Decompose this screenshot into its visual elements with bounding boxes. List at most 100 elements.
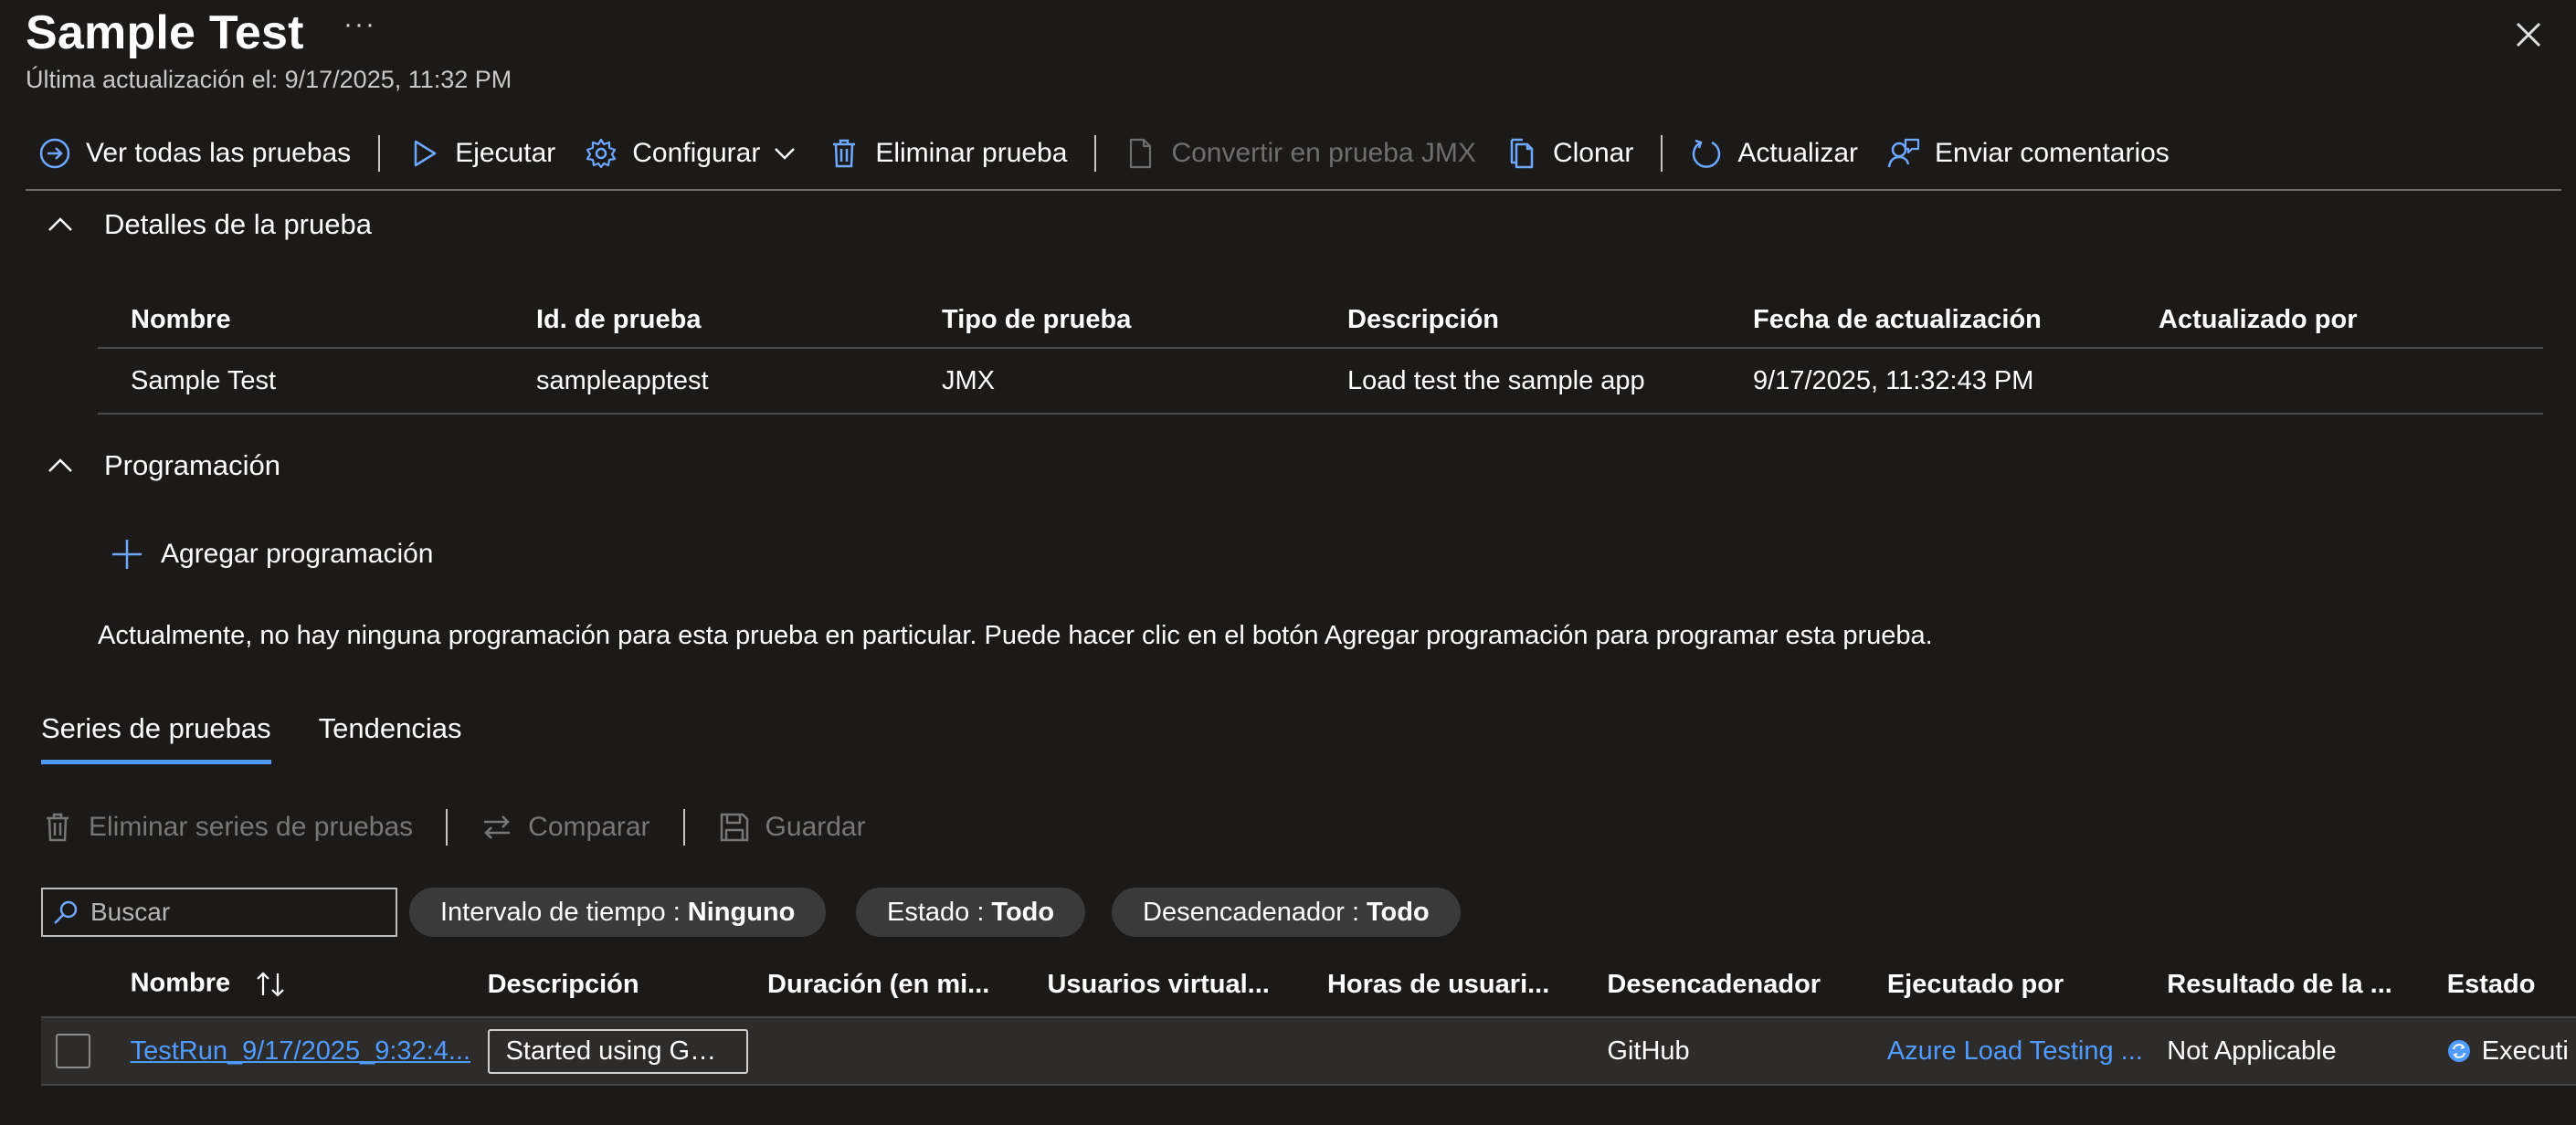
details-col-test-type: Tipo de prueba <box>942 304 1132 334</box>
feedback-person-icon <box>1887 138 1920 168</box>
send-feedback-button[interactable]: Enviar comentarios <box>1873 126 2184 181</box>
run-description-box[interactable]: Started using GH ... <box>487 1028 748 1074</box>
details-col-updated-by: Actualizado por <box>2159 304 2358 334</box>
tab-list: Series de pruebas Tendencias <box>41 712 509 764</box>
run-button[interactable]: Ejecutar <box>393 126 570 181</box>
details-section-title: Detalles de la prueba <box>104 208 372 240</box>
configure-dropdown[interactable]: Configurar <box>570 126 813 181</box>
column-header-executed-by[interactable]: Ejecutado por <box>1871 970 2150 1000</box>
search-input[interactable] <box>89 897 385 928</box>
convert-jmx-label: Convertir en prueba JMX <box>1171 138 1476 168</box>
trigger-filter[interactable]: Desencadenador : Todo <box>1112 888 1461 937</box>
status-badge: Executi <box>2447 1036 2576 1067</box>
save-label: Guardar <box>765 812 866 842</box>
add-schedule-label: Agregar programación <box>161 539 434 569</box>
status-text: Executi <box>2481 1036 2569 1066</box>
run-result-cell: Not Applicable <box>2167 1036 2337 1066</box>
command-bar: Ver todas las pruebas Ejecutar Configura… <box>26 126 2184 181</box>
chevron-down-icon <box>775 148 796 160</box>
details-row: Sample Test sampleapptest JMX Load test … <box>98 349 2543 415</box>
delete-runs-button[interactable]: Eliminar series de pruebas <box>41 811 431 844</box>
toolbar-divider <box>1661 135 1663 172</box>
page-title: Sample Test <box>26 6 304 59</box>
toolbar-divider <box>446 809 449 846</box>
details-name-value: Sample Test <box>131 365 277 395</box>
table-row[interactable]: TestRun_9/17/2025_9:32:4... Started usin… <box>41 1016 2576 1086</box>
column-header-name[interactable]: Nombre <box>114 968 471 1001</box>
copy-icon <box>1510 138 1534 169</box>
runs-command-bar: Eliminar series de pruebas Comparar Guar… <box>41 800 884 855</box>
refresh-icon <box>1693 139 1721 168</box>
column-header-trigger[interactable]: Desencadenador <box>1590 970 1870 1000</box>
details-col-test-id: Id. de prueba <box>536 304 702 334</box>
refresh-label: Actualizar <box>1737 138 1859 168</box>
status-filter-value: Todo <box>991 897 1055 927</box>
compare-button[interactable]: Comparar <box>480 811 668 844</box>
time-range-filter-value: Ninguno <box>687 897 796 927</box>
sync-icon <box>2447 1040 2470 1062</box>
trash-icon <box>833 139 856 168</box>
search-icon <box>54 900 78 924</box>
tab-trends[interactable]: Tendencias <box>319 712 462 764</box>
document-icon <box>1130 138 1152 169</box>
toolbar-divider <box>1094 135 1097 172</box>
tab-test-runs[interactable]: Series de pruebas <box>41 712 271 764</box>
delete-runs-label: Eliminar series de pruebas <box>89 812 414 842</box>
sort-icon[interactable] <box>254 968 287 1001</box>
details-col-description: Descripción <box>1347 304 1499 334</box>
clone-label: Clonar <box>1552 138 1634 168</box>
time-range-filter-label: Intervalo de tiempo : <box>440 897 681 927</box>
more-options-button[interactable]: ··· <box>343 9 376 40</box>
column-header-duration[interactable]: Duración (en mi... <box>751 970 1030 1000</box>
save-icon <box>720 813 748 842</box>
run-name-link[interactable]: TestRun_9/17/2025_9:32:4... <box>131 1036 470 1066</box>
clone-button[interactable]: Clonar <box>1491 126 1648 181</box>
time-range-filter[interactable]: Intervalo de tiempo : Ninguno <box>409 888 827 937</box>
save-button[interactable]: Guardar <box>718 811 884 844</box>
configure-label: Configurar <box>632 138 761 168</box>
toolbar-divider <box>378 135 381 172</box>
details-col-name: Nombre <box>131 304 231 334</box>
view-all-tests-label: Ver todas las pruebas <box>86 138 352 168</box>
run-trigger-cell: GitHub <box>1607 1036 1690 1066</box>
status-filter[interactable]: Estado : Todo <box>856 888 1086 937</box>
add-schedule-button[interactable]: Agregar programación <box>110 537 434 572</box>
delete-test-label: Eliminar prueba <box>875 138 1068 168</box>
trigger-filter-value: Todo <box>1367 897 1430 927</box>
column-header-status[interactable]: Estado <box>2431 970 2576 1000</box>
row-checkbox[interactable] <box>56 1034 90 1068</box>
toolbar-divider-line <box>26 189 2561 191</box>
column-header-description[interactable]: Descripción <box>471 970 751 1000</box>
chevron-up-icon <box>48 458 72 472</box>
last-updated-text: Última actualización el: 9/17/2025, 11:3… <box>26 66 512 93</box>
column-header-user-hours[interactable]: Horas de usuari... <box>1311 970 1590 1000</box>
details-updated-date-value: 9/17/2025, 11:32:43 PM <box>1753 365 2034 395</box>
convert-jmx-button[interactable]: Convertir en prueba JMX <box>1109 126 1491 181</box>
run-description-cell: Started using GH ... <box>471 1028 751 1074</box>
details-description-value: Load test the sample app <box>1347 365 1645 395</box>
play-icon <box>414 140 437 167</box>
trash-icon <box>47 813 69 842</box>
executed-by-link[interactable]: Azure Load Testing ... <box>1887 1036 2143 1066</box>
details-test-id-value: sampleapptest <box>536 365 709 395</box>
schedule-section-toggle[interactable]: Programación <box>11 449 280 482</box>
view-all-tests-button[interactable]: Ver todas las pruebas <box>26 126 365 181</box>
compare-arrows-icon <box>484 815 511 839</box>
runs-grid-header: Nombre Descripción Duración (en mi... Us… <box>41 959 2576 1010</box>
arrow-circle-right-icon <box>39 138 70 169</box>
compare-label: Comparar <box>528 812 650 842</box>
details-section-toggle[interactable]: Detalles de la prueba <box>11 208 372 241</box>
column-name-label: Nombre <box>130 968 231 998</box>
search-box <box>41 888 397 937</box>
column-header-virtual-users[interactable]: Usuarios virtual... <box>1030 970 1310 1000</box>
details-test-type-value: JMX <box>942 365 995 395</box>
refresh-button[interactable]: Actualizar <box>1675 126 1873 181</box>
column-header-result[interactable]: Resultado de la ... <box>2150 970 2430 1000</box>
details-table: Nombre Id. de prueba Tipo de prueba Desc… <box>98 292 2543 415</box>
delete-test-button[interactable]: Eliminar prueba <box>813 126 1082 181</box>
schedule-empty-message: Actualmente, no hay ninguna programación… <box>98 621 1933 650</box>
details-header-row: Nombre Id. de prueba Tipo de prueba Desc… <box>98 292 2543 349</box>
close-icon <box>2516 22 2541 47</box>
close-button[interactable] <box>2510 16 2547 53</box>
plus-icon <box>112 540 142 569</box>
